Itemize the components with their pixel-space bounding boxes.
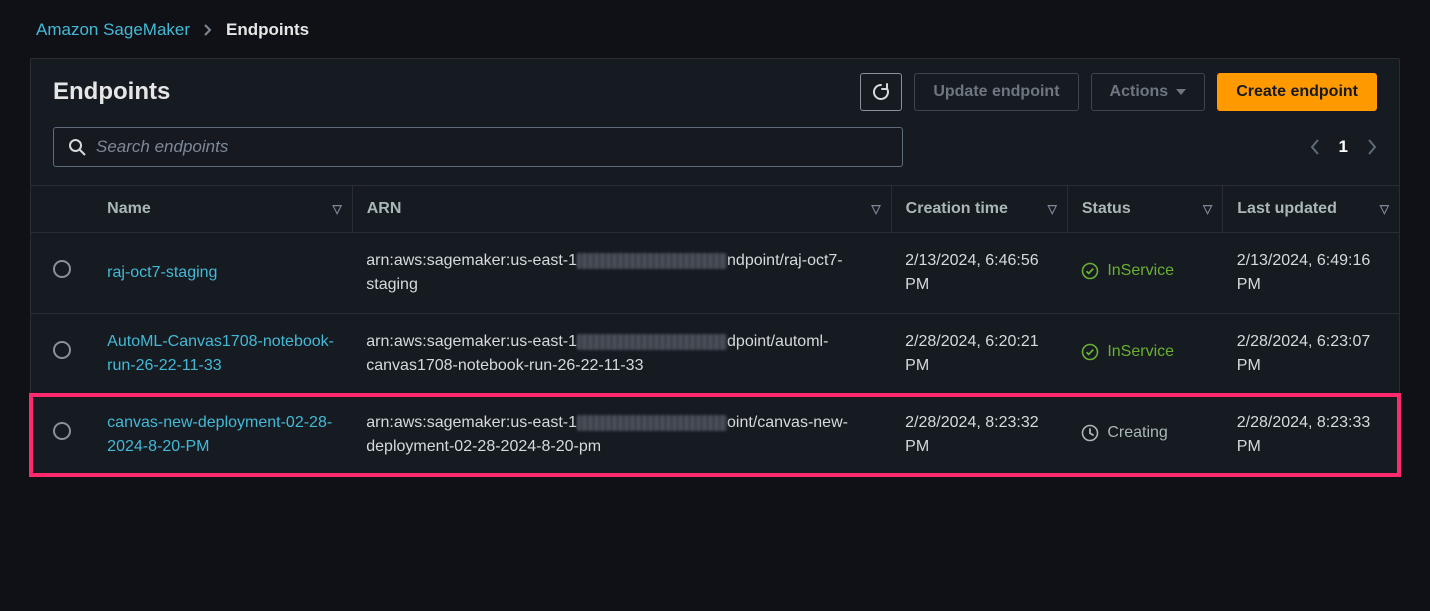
arn-prefix: arn:aws:sagemaker:us-east-1 [366, 414, 577, 431]
sort-icon: ▽ [333, 202, 342, 216]
status-badge: InService [1081, 259, 1174, 283]
create-endpoint-button[interactable]: Create endpoint [1217, 73, 1377, 111]
clock-icon [1081, 424, 1099, 442]
col-creation[interactable]: Creation time ▽ [891, 186, 1067, 233]
redacted-segment [577, 253, 727, 269]
redacted-segment [577, 415, 727, 431]
pager-page: 1 [1339, 137, 1348, 157]
status-text: Creating [1107, 421, 1167, 445]
last-updated: 2/28/2024, 8:23:33 PM [1223, 395, 1399, 476]
breadcrumb-parent[interactable]: Amazon SageMaker [36, 20, 190, 40]
page-title: Endpoints [53, 78, 848, 106]
col-select [31, 186, 93, 233]
endpoint-name-link[interactable]: AutoML-Canvas1708-notebook-run-26-22-11-… [107, 333, 334, 374]
sort-icon: ▽ [1203, 202, 1212, 216]
status-badge: InService [1081, 340, 1174, 364]
status-text: InService [1107, 259, 1174, 283]
endpoint-name-link[interactable]: canvas-new-deployment-02-28-2024-8-20-PM [107, 414, 332, 455]
endpoints-table: Name ▽ ARN ▽ Creation time ▽ Status ▽ La… [31, 185, 1399, 475]
chevron-right-icon [204, 24, 212, 36]
breadcrumb: Amazon SageMaker Endpoints [30, 20, 1400, 40]
col-arn[interactable]: ARN ▽ [352, 186, 891, 233]
update-endpoint-label: Update endpoint [933, 83, 1059, 101]
refresh-button[interactable] [860, 73, 902, 111]
endpoint-arn: arn:aws:sagemaker:us-east-1ndpoint/raj-o… [352, 233, 891, 314]
col-name-label: Name [107, 200, 151, 217]
endpoint-name-link[interactable]: raj-oct7-staging [107, 264, 217, 281]
pager-next[interactable] [1368, 139, 1377, 155]
table-row: canvas-new-deployment-02-28-2024-8-20-PM… [31, 395, 1399, 476]
sort-icon: ▽ [1048, 202, 1057, 216]
row-radio[interactable] [53, 422, 71, 440]
create-endpoint-label: Create endpoint [1236, 83, 1358, 101]
col-name[interactable]: Name ▽ [93, 186, 352, 233]
status-badge: Creating [1081, 421, 1167, 445]
table-row: AutoML-Canvas1708-notebook-run-26-22-11-… [31, 314, 1399, 395]
update-endpoint-button[interactable]: Update endpoint [914, 73, 1078, 111]
col-creation-label: Creation time [906, 200, 1008, 217]
panel-header: Endpoints Update endpoint Actions Create… [31, 59, 1399, 119]
search-input[interactable] [96, 137, 888, 157]
actions-dropdown[interactable]: Actions [1091, 73, 1206, 111]
check-circle-icon [1081, 343, 1099, 361]
refresh-icon [871, 82, 891, 102]
redacted-segment [577, 334, 727, 350]
search-box[interactable] [53, 127, 903, 167]
arn-prefix: arn:aws:sagemaker:us-east-1 [366, 333, 577, 350]
creation-time: 2/28/2024, 8:23:32 PM [891, 395, 1067, 476]
check-circle-icon [1081, 262, 1099, 280]
col-updated[interactable]: Last updated ▽ [1223, 186, 1399, 233]
arn-prefix: arn:aws:sagemaker:us-east-1 [366, 252, 577, 269]
endpoint-arn: arn:aws:sagemaker:us-east-1dpoint/automl… [352, 314, 891, 395]
breadcrumb-current: Endpoints [226, 20, 309, 40]
creation-time: 2/28/2024, 6:20:21 PM [891, 314, 1067, 395]
table-row: raj-oct7-staging arn:aws:sagemaker:us-eas… [31, 233, 1399, 314]
row-radio[interactable] [53, 260, 71, 278]
sort-icon: ▽ [1380, 202, 1389, 216]
search-icon [68, 138, 86, 156]
last-updated: 2/28/2024, 6:23:07 PM [1223, 314, 1399, 395]
endpoint-arn: arn:aws:sagemaker:us-east-1oint/canvas-n… [352, 395, 891, 476]
col-status[interactable]: Status ▽ [1067, 186, 1222, 233]
sort-icon: ▽ [871, 202, 880, 216]
actions-label: Actions [1110, 83, 1169, 101]
creation-time: 2/13/2024, 6:46:56 PM [891, 233, 1067, 314]
col-updated-label: Last updated [1237, 200, 1337, 217]
last-updated: 2/13/2024, 6:49:16 PM [1223, 233, 1399, 314]
pager-prev[interactable] [1310, 139, 1319, 155]
status-text: InService [1107, 340, 1174, 364]
search-row: 1 [31, 119, 1399, 185]
pager: 1 [1310, 137, 1377, 157]
row-radio[interactable] [53, 341, 71, 359]
caret-down-icon [1176, 89, 1186, 95]
endpoints-panel: Endpoints Update endpoint Actions Create… [30, 58, 1400, 476]
col-arn-label: ARN [367, 200, 402, 217]
col-status-label: Status [1082, 200, 1131, 217]
